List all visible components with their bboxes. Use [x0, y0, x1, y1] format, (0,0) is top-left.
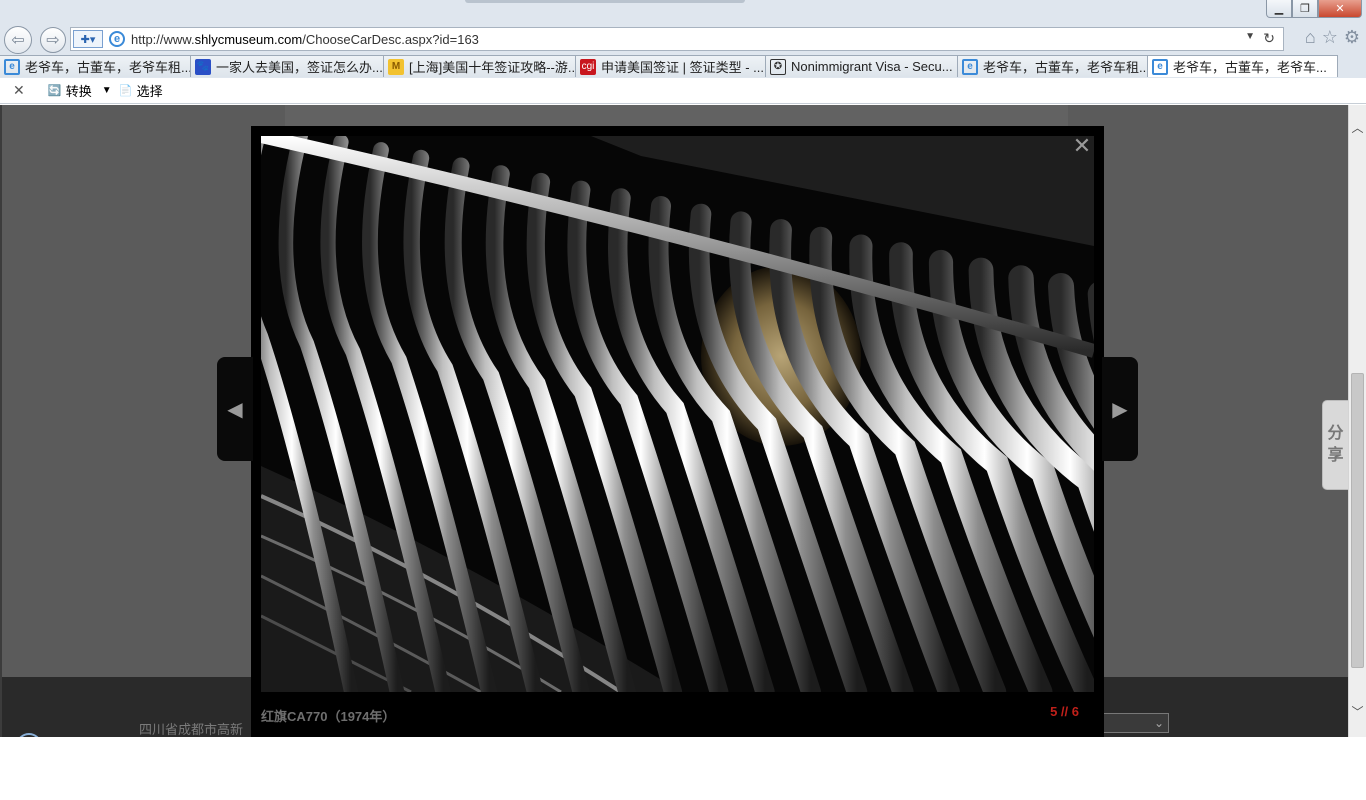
tab-label: 申请美国签证 | 签证类型 - ...	[601, 60, 764, 75]
address-dropdown-icon[interactable]: ▼	[1245, 31, 1255, 42]
lightbox-caption: 红旗CA770（1974年）	[261, 709, 396, 724]
settings-gear-icon[interactable]: ⚙	[1344, 27, 1360, 48]
tab-close-icon[interactable]: ✕	[1337, 58, 1338, 75]
forward-arrow-icon: ⇨	[46, 32, 60, 49]
ie-icon: e	[109, 31, 125, 47]
window-controls: ▁ ❐ ✕	[1266, 0, 1362, 18]
footer-address: 四川省成都市高新	[139, 722, 244, 737]
close-window-button[interactable]: ✕	[1318, 0, 1362, 18]
lightbox-prev-button[interactable]: ◀	[217, 357, 253, 461]
chevron-left-icon: ◀	[227, 398, 243, 421]
convert-icon: 🔄	[47, 85, 62, 97]
tab-label: 老爷车，古董车，老爷车租...	[983, 60, 1148, 75]
url-path: /ChooseCarDesc.aspx?id=163	[302, 32, 479, 47]
scroll-up-icon[interactable]: ︿	[1349, 119, 1366, 137]
scroll-down-icon[interactable]: ﹀	[1349, 703, 1366, 721]
select-button[interactable]: 📄 选择	[118, 81, 163, 100]
url-prefix: http://www.	[131, 32, 195, 47]
tab-label: [上海]美国十年签证攻略--游...	[409, 60, 576, 75]
share-button[interactable]: 分 享	[1322, 400, 1348, 490]
page-viewport: 四川省成都市高新 ⌄ ✕ 红旗CA770（1974年） 5 // 6 ◀ ▶	[0, 105, 1349, 737]
address-bar[interactable]: ✚▾ e http://www.shlycmuseum.com/ChooseCa…	[70, 27, 1284, 51]
address-url[interactable]: http://www.shlycmuseum.com/ChooseCarDesc…	[131, 32, 479, 47]
tab-2[interactable]: 🐾 一家人去美国，签证怎么办...	[191, 55, 384, 77]
convert-dropdown-icon[interactable]: ▼	[102, 85, 112, 96]
cgi-icon: cgi	[580, 58, 596, 75]
navigation-bar: ⇦ ⇨ ✚▾ e http://www.shlycmuseum.com/Choo…	[0, 24, 1366, 54]
restore-button[interactable]: ❐	[1292, 0, 1318, 18]
tab-bar: e 老爷车，古董车，老爷车租... 🐾 一家人去美国，签证怎么办... M [上…	[0, 54, 1366, 78]
tab-3[interactable]: M [上海]美国十年签证攻略--游...	[384, 55, 576, 77]
ie-icon: e	[4, 58, 20, 75]
footer-select[interactable]: ⌄	[1094, 713, 1169, 733]
refresh-icon[interactable]: ↻	[1263, 30, 1275, 47]
tab-5[interactable]: ✪ Nonimmigrant Visa - Secu...	[766, 55, 958, 77]
tab-label: 老爷车，古董车，老爷车租...	[25, 60, 191, 75]
tab-7-active[interactable]: e 老爷车，古董车，老爷车... ✕	[1148, 55, 1338, 77]
back-arrow-icon: ⇦	[11, 32, 25, 49]
blank-area	[0, 737, 1366, 800]
select-label: 选择	[136, 84, 163, 99]
window-titlebar: ▁ ❐ ✕	[0, 0, 1366, 26]
close-toolbar-icon[interactable]: ✕	[13, 82, 25, 99]
favorites-star-icon[interactable]: ☆	[1322, 27, 1338, 48]
convert-button[interactable]: 🔄 转换	[47, 81, 92, 100]
car-grille-photo	[261, 136, 1094, 692]
url-domain: shlycmuseum.com	[194, 32, 303, 47]
share-label-2: 享	[1327, 447, 1344, 464]
lightbox-next-button[interactable]: ▶	[1102, 357, 1138, 461]
command-bar: ✕ 🔄 转换 ▼ 📄 选择	[0, 78, 1366, 104]
mafengwo-icon: M	[388, 58, 404, 75]
ie-icon: e	[962, 58, 978, 75]
home-icon[interactable]: ⌂	[1305, 27, 1316, 48]
select-icon: 📄	[118, 85, 133, 97]
image-lightbox: ✕ 红旗CA770（1974年） 5 // 6	[251, 126, 1104, 737]
back-button[interactable]: ⇦	[4, 26, 32, 54]
ie-icon: e	[1152, 58, 1168, 75]
forward-button[interactable]: ⇨	[40, 27, 66, 53]
titlebar-notch	[465, 0, 745, 3]
tab-4[interactable]: cgi 申请美国签证 | 签证类型 - ...	[576, 55, 766, 77]
lightbox-image	[261, 136, 1094, 692]
tab-6[interactable]: e 老爷车，古董车，老爷车租...	[958, 55, 1148, 77]
compat-view-button[interactable]: ✚▾	[73, 30, 103, 48]
tab-label: 老爷车，古董车，老爷车...	[1173, 60, 1327, 75]
vertical-scrollbar[interactable]: ︿ ﹀	[1348, 105, 1366, 737]
convert-label: 转换	[65, 84, 92, 99]
us-seal-icon: ✪	[770, 58, 786, 75]
lightbox-counter: 5 // 6	[1050, 704, 1079, 719]
minimize-button[interactable]: ▁	[1266, 0, 1292, 18]
baidu-paw-icon: 🐾	[195, 58, 211, 75]
plus-shield-icon: ✚▾	[80, 33, 96, 46]
tab-1[interactable]: e 老爷车，古董车，老爷车租...	[0, 55, 191, 77]
tab-label: Nonimmigrant Visa - Secu...	[791, 59, 953, 74]
tab-label: 一家人去美国，签证怎么办...	[216, 60, 383, 75]
scrollbar-thumb[interactable]	[1351, 373, 1364, 668]
browser-tool-icons: ⌂ ☆ ⚙	[1305, 27, 1360, 48]
chevron-right-icon: ▶	[1112, 398, 1128, 421]
lightbox-close-icon[interactable]: ✕	[1071, 135, 1093, 158]
share-label-1: 分	[1327, 425, 1344, 442]
chevron-down-icon: ⌄	[1153, 716, 1164, 730]
